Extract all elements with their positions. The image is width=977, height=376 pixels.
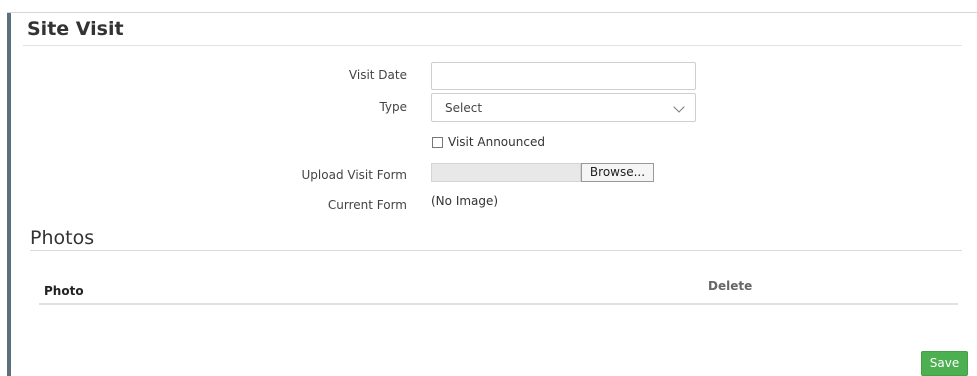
site-visit-divider xyxy=(23,45,962,46)
visit-date-input[interactable] xyxy=(431,62,696,90)
photos-title: Photos xyxy=(30,227,95,249)
type-select-value: Select xyxy=(445,101,483,115)
photos-divider xyxy=(30,250,962,251)
visit-announced-label[interactable]: Visit Announced xyxy=(448,135,545,149)
left-accent-bar xyxy=(7,12,11,376)
type-label: Type xyxy=(379,100,407,114)
upload-visit-form-label: Upload Visit Form xyxy=(301,168,407,182)
top-divider xyxy=(7,12,977,13)
save-button[interactable]: Save xyxy=(921,351,968,376)
file-path-field[interactable] xyxy=(431,163,581,182)
chevron-down-icon xyxy=(673,101,685,113)
visit-announced-checkbox[interactable] xyxy=(432,137,443,148)
current-form-value: (No Image) xyxy=(431,194,499,208)
visit-date-label: Visit Date xyxy=(348,68,407,82)
current-form-label: Current Form xyxy=(327,198,407,212)
site-visit-title: Site Visit xyxy=(27,18,124,40)
browse-button[interactable]: Browse... xyxy=(581,163,654,182)
table-header-rule xyxy=(39,303,958,305)
photo-column-header: Photo xyxy=(44,284,84,298)
delete-column-header: Delete xyxy=(708,279,753,293)
type-select[interactable]: Select xyxy=(431,93,696,122)
